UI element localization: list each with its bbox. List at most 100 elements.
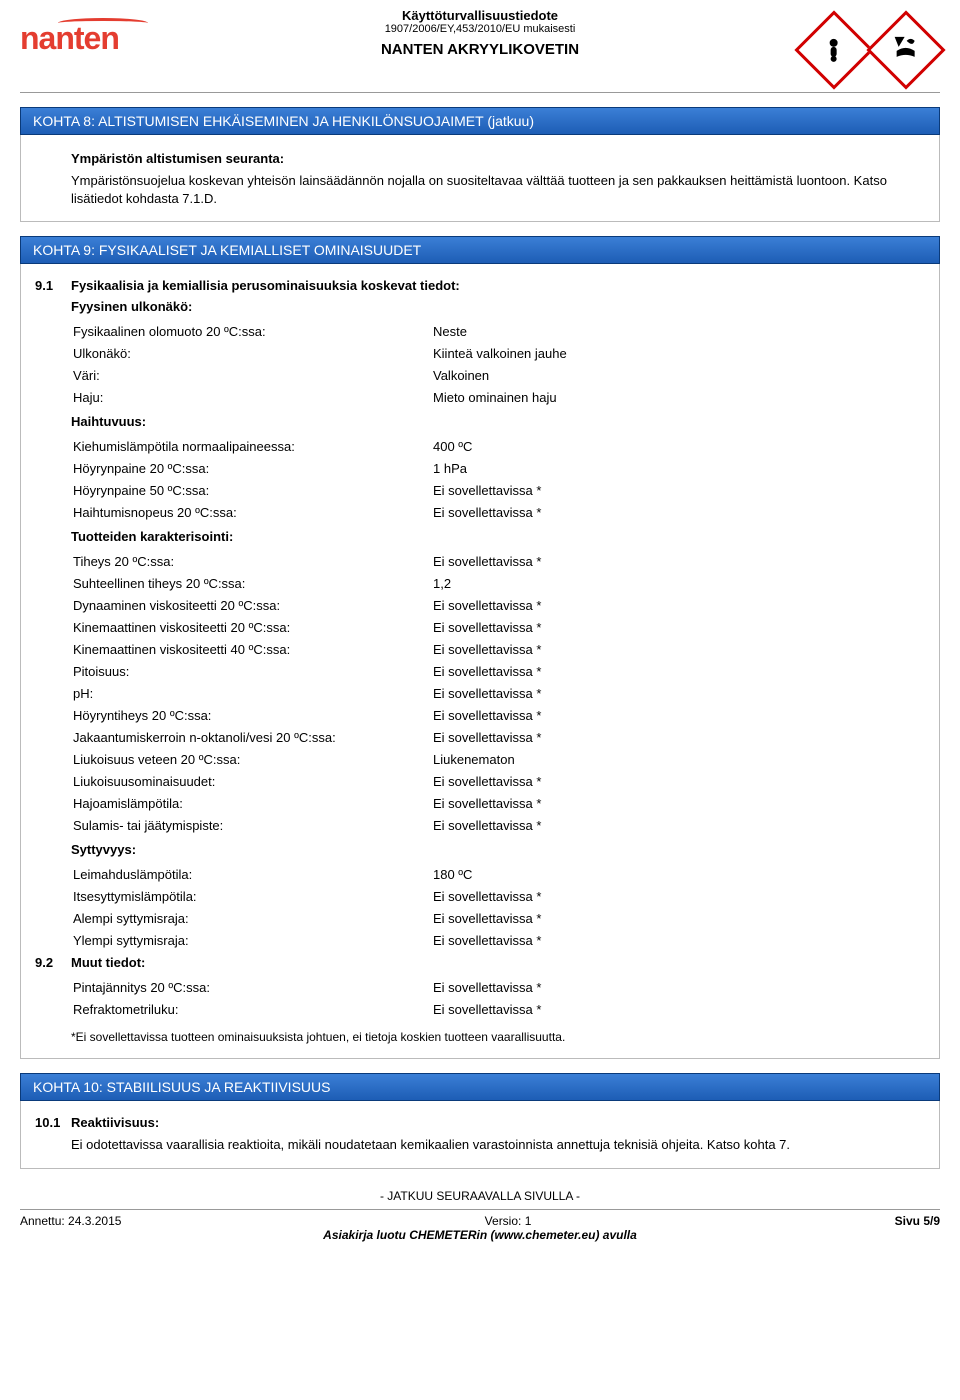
property-key: Kinemaattinen viskositeetti 40 ºC:ssa: — [73, 642, 433, 657]
property-row: Sulamis- tai jäätymispiste:Ei sovelletta… — [73, 814, 925, 836]
property-key: Refraktometriluku: — [73, 1002, 433, 1017]
property-key: Höyrynpaine 20 ºC:ssa: — [73, 461, 433, 476]
property-value: 180 ºC — [433, 867, 925, 882]
property-value: Ei sovellettavissa * — [433, 620, 925, 635]
property-row: Ylempi syttymisraja:Ei sovellettavissa * — [73, 929, 925, 951]
property-value: Ei sovellettavissa * — [433, 889, 925, 904]
property-value: Ei sovellettavissa * — [433, 774, 925, 789]
section-10-1-num: 10.1 — [35, 1115, 63, 1130]
property-row: Höyrynpaine 50 ºC:ssa:Ei sovellettavissa… — [73, 479, 925, 501]
property-key: Pitoisuus: — [73, 664, 433, 679]
property-value: Ei sovellettavissa * — [433, 796, 925, 811]
section-9-header: KOHTA 9: FYSIKAALISET JA KEMIALLISET OMI… — [20, 236, 940, 264]
section-9-1-num: 9.1 — [35, 278, 63, 293]
heading-characterization: Tuotteiden karakterisointi: — [71, 529, 925, 544]
property-key: Alempi syttymisraja: — [73, 911, 433, 926]
logo: nanten — [20, 8, 160, 56]
property-key: pH: — [73, 686, 433, 701]
property-row: Ulkonäkö:Kiinteä valkoinen jauhe — [73, 342, 925, 364]
property-row: Kinemaattinen viskositeetti 20 ºC:ssa:Ei… — [73, 616, 925, 638]
property-value: Valkoinen — [433, 368, 925, 383]
property-key: Kiehumislämpötila normaalipaineessa: — [73, 439, 433, 454]
section-9-2-title: Muut tiedot: — [71, 955, 145, 970]
continues-text: - JATKUU SEURAAVALLA SIVULLA - — [20, 1189, 940, 1203]
page-header: nanten Käyttöturvallisuustiedote 1907/20… — [20, 0, 940, 93]
property-value: Ei sovellettavissa * — [433, 911, 925, 926]
section-10-text: Ei odotettavissa vaarallisia reaktioita,… — [71, 1136, 925, 1154]
property-row: Suhteellinen tiheys 20 ºC:ssa:1,2 — [73, 572, 925, 594]
section-9-1-title: Fysikaalisia ja kemiallisia perusominais… — [71, 278, 460, 293]
property-row: Kinemaattinen viskositeetti 40 ºC:ssa:Ei… — [73, 638, 925, 660]
property-row: Liukoisuusominaisuudet:Ei sovellettaviss… — [73, 770, 925, 792]
property-value: Ei sovellettavissa * — [433, 505, 925, 520]
version-value: 1 — [525, 1214, 532, 1228]
property-row: Liukoisuus veteen 20 ºC:ssa:Liukenematon — [73, 748, 925, 770]
property-row: Fysikaalinen olomuoto 20 ºC:ssa:Neste — [73, 320, 925, 342]
section-8-body: Ympäristön altistumisen seuranta: Ympäri… — [20, 135, 940, 222]
property-row: Tiheys 20 ºC:ssa:Ei sovellettavissa * — [73, 550, 925, 572]
property-key: Tiheys 20 ºC:ssa: — [73, 554, 433, 569]
property-key: Ulkonäkö: — [73, 346, 433, 361]
heading-flammability: Syttyvyys: — [71, 842, 925, 857]
property-key: Höyrynpaine 50 ºC:ssa: — [73, 483, 433, 498]
section-8-header: KOHTA 8: ALTISTUMISEN EHKÄISEMINEN JA HE… — [20, 107, 940, 135]
property-value: Ei sovellettavissa * — [433, 730, 925, 745]
property-value: Ei sovellettavissa * — [433, 686, 925, 701]
property-key: Liukoisuus veteen 20 ºC:ssa: — [73, 752, 433, 767]
property-value: Ei sovellettavissa * — [433, 483, 925, 498]
property-row: Hajoamislämpötila:Ei sovellettavissa * — [73, 792, 925, 814]
issued-label: Annettu: — [20, 1214, 68, 1228]
property-row: Pintajännitys 20 ºC:ssa:Ei sovellettavis… — [73, 976, 925, 998]
footer-generator: Asiakirja luotu CHEMETERin (www.chemeter… — [20, 1228, 940, 1254]
property-key: Jakaantumiskerroin n-oktanoli/vesi 20 ºC… — [73, 730, 433, 745]
property-value: Ei sovellettavissa * — [433, 554, 925, 569]
hazard-environment-icon — [866, 10, 945, 89]
property-key: Pintajännitys 20 ºC:ssa: — [73, 980, 433, 995]
property-value: Ei sovellettavissa * — [433, 980, 925, 995]
property-row: pH:Ei sovellettavissa * — [73, 682, 925, 704]
property-key: Itsesyttymislämpötila: — [73, 889, 433, 904]
property-row: Haju:Mieto ominainen haju — [73, 386, 925, 408]
property-value: Ei sovellettavissa * — [433, 598, 925, 613]
hazard-exclamation-icon — [794, 10, 873, 89]
version-label: Versio: — [485, 1214, 525, 1228]
property-key: Liukoisuusominaisuudet: — [73, 774, 433, 789]
property-row: Haihtumisnopeus 20 ºC:ssa:Ei sovellettav… — [73, 501, 925, 523]
property-key: Haihtumisnopeus 20 ºC:ssa: — [73, 505, 433, 520]
property-key: Haju: — [73, 390, 433, 405]
page-value: 5/9 — [923, 1214, 940, 1228]
product-name: NANTEN AKRYYLIKOVETIN — [160, 41, 800, 58]
property-row: Höyrynpaine 20 ºC:ssa:1 hPa — [73, 457, 925, 479]
property-value: Ei sovellettavissa * — [433, 1002, 925, 1017]
property-key: Väri: — [73, 368, 433, 383]
property-row: Höyryntiheys 20 ºC:ssa:Ei sovellettaviss… — [73, 704, 925, 726]
property-value: Ei sovellettavissa * — [433, 664, 925, 679]
property-value: Ei sovellettavissa * — [433, 818, 925, 833]
property-row: Dynaaminen viskositeetti 20 ºC:ssa:Ei so… — [73, 594, 925, 616]
footer-bar: Annettu: 24.3.2015 Versio: 1 Sivu 5/9 — [20, 1209, 940, 1228]
hazard-icon-group — [800, 8, 940, 88]
property-value: 400 ºC — [433, 439, 925, 454]
property-value: 1,2 — [433, 576, 925, 591]
property-value: Mieto ominainen haju — [433, 390, 925, 405]
property-row: Leimahduslämpötila:180 ºC — [73, 863, 925, 885]
property-row: Kiehumislämpötila normaalipaineessa:400 … — [73, 435, 925, 457]
property-key: Ylempi syttymisraja: — [73, 933, 433, 948]
heading-appearance: Fyysinen ulkonäkö: — [71, 299, 925, 314]
section-8-text: Ympäristönsuojelua koskevan yhteisön lai… — [71, 172, 925, 207]
property-row: Itsesyttymislämpötila:Ei sovellettavissa… — [73, 885, 925, 907]
section-10-body: 10.1 Reaktiivisuus: Ei odotettavissa vaa… — [20, 1101, 940, 1169]
property-key: Sulamis- tai jäätymispiste: — [73, 818, 433, 833]
property-row: Alempi syttymisraja:Ei sovellettavissa * — [73, 907, 925, 929]
section-9-2-num: 9.2 — [35, 955, 63, 970]
section-10-header: KOHTA 10: STABIILISUUS JA REAKTIIVISUUS — [20, 1073, 940, 1101]
page-label: Sivu — [895, 1214, 924, 1228]
property-key: Hajoamislämpötila: — [73, 796, 433, 811]
heading-volatility: Haihtuvuus: — [71, 414, 925, 429]
section-10-1-title: Reaktiivisuus: — [71, 1115, 159, 1130]
property-value: Ei sovellettavissa * — [433, 708, 925, 723]
property-key: Dynaaminen viskositeetti 20 ºC:ssa: — [73, 598, 433, 613]
property-row: Refraktometriluku:Ei sovellettavissa * — [73, 998, 925, 1020]
property-key: Suhteellinen tiheys 20 ºC:ssa: — [73, 576, 433, 591]
issued-date: 24.3.2015 — [68, 1214, 121, 1228]
